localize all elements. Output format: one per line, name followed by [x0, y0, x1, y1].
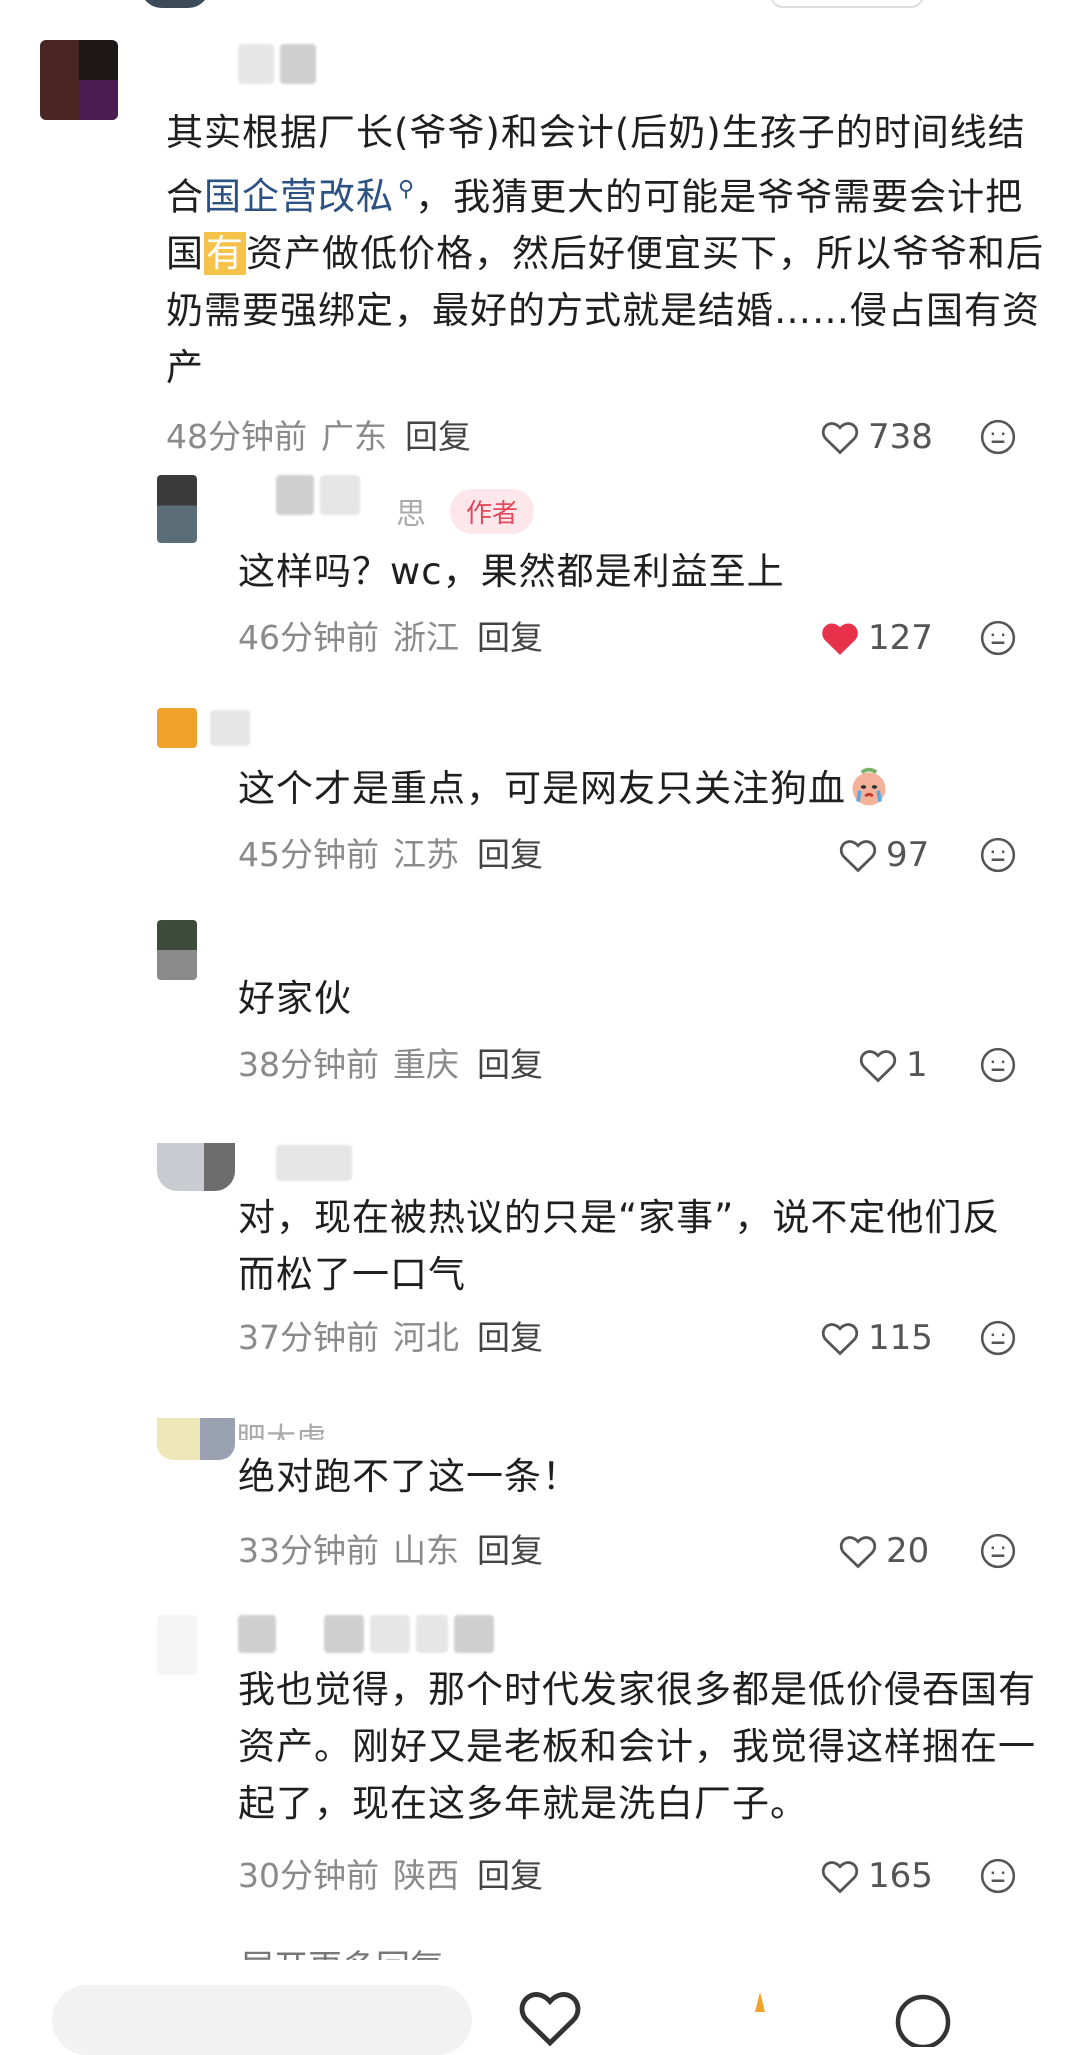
author-tag: 作者: [450, 489, 535, 534]
avatar[interactable]: [157, 1615, 197, 1675]
crying-emoji-icon: [852, 767, 886, 806]
like-count: 1: [906, 1045, 928, 1085]
like-count: 165: [868, 1856, 933, 1896]
like-count: 97: [886, 835, 930, 875]
emoji-face-icon[interactable]: [979, 836, 1017, 874]
heart-icon: [822, 623, 858, 655]
emoji-face-icon[interactable]: [979, 1046, 1017, 1084]
comment-meta: 46分钟前 浙江 回复: [238, 618, 543, 657]
like-button[interactable]: 738: [820, 414, 933, 460]
username-blurred[interactable]: [238, 1615, 500, 1655]
avatar[interactable]: [157, 1418, 235, 1460]
like-count: 115: [868, 1318, 933, 1358]
heart-icon: [859, 1050, 897, 1083]
heart-icon: [821, 1861, 859, 1894]
emoji-face-icon[interactable]: [979, 619, 1017, 657]
comment-meta: 38分钟前 重庆 回复: [238, 1045, 543, 1084]
like-button[interactable]: 127: [820, 615, 933, 661]
emoji-face-icon[interactable]: [979, 1532, 1017, 1570]
like-button[interactable]: 1: [858, 1042, 928, 1088]
username-blurred[interactable]: [210, 710, 256, 750]
like-count: 20: [886, 1531, 930, 1571]
like-button[interactable]: 165: [820, 1853, 933, 1899]
comment-text: 其实根据厂长(爷爷)和会计(后奶)生孩子的时间线结合国企营改私 ⚲，我猜更大的可能…: [166, 111, 1044, 390]
username-fragment: 思: [396, 497, 426, 532]
username-blurred[interactable]: [276, 475, 366, 515]
reply-button[interactable]: 回复: [477, 1531, 543, 1570]
like-count: 738: [868, 417, 933, 457]
comment-text: 这样吗？wc，果然都是利益至上: [238, 550, 785, 593]
comment-meta: 30分钟前 陕西 回复: [238, 1856, 543, 1895]
comment-text: 这个才是重点，可是网友只关注狗血: [238, 760, 1018, 817]
reply-button[interactable]: 回复: [477, 1856, 543, 1895]
avatar[interactable]: [157, 708, 197, 748]
reply-button[interactable]: 回复: [405, 417, 471, 456]
bottom-bar: [0, 1965, 1080, 2055]
highlight-char: 有: [204, 232, 246, 276]
comment-meta: 37分钟前 河北 回复: [238, 1318, 543, 1357]
heart-icon: [839, 840, 877, 873]
search-icon: ⚲: [398, 177, 416, 202]
heart-icon: [821, 422, 859, 455]
emoji-face-icon[interactable]: [979, 418, 1017, 456]
username-blurred[interactable]: [276, 1145, 358, 1185]
emoji-face-icon[interactable]: [979, 1319, 1017, 1357]
reply-button[interactable]: 回复: [477, 1318, 543, 1357]
reply-button[interactable]: 回复: [477, 618, 543, 657]
comment-text: 我也觉得，那个时代发家很多都是低价侵吞国有资产。刚好又是老板和会计，我觉得这样捆…: [238, 1668, 1036, 1825]
heart-icon: [821, 1323, 859, 1356]
comment-text: 好家伙: [238, 977, 352, 1020]
topic-link[interactable]: 国企营改私 ⚲: [204, 175, 415, 218]
reply-button[interactable]: 回复: [477, 835, 543, 874]
expand-more-replies[interactable]: 展开更多回复: [240, 1940, 444, 1960]
comment-meta: 45分钟前 江苏 回复: [238, 835, 543, 874]
comment-text: 绝对跑不了这一条！: [238, 1455, 580, 1498]
like-button[interactable]: 97: [838, 832, 929, 878]
like-button[interactable]: 20: [838, 1528, 929, 1574]
top-fragment: [0, 0, 1080, 14]
like-count: 127: [868, 618, 933, 658]
username-blurred[interactable]: [238, 44, 322, 84]
avatar[interactable]: [157, 920, 197, 980]
avatar[interactable]: [40, 40, 118, 120]
heart-icon: [839, 1536, 877, 1569]
avatar[interactable]: [157, 1143, 235, 1191]
thumb-icon[interactable]: [725, 1987, 795, 2047]
comment-icon[interactable]: [888, 1987, 958, 2047]
comment-meta: 48分钟前 广东 回复: [166, 417, 471, 456]
emoji-face-icon[interactable]: [979, 1857, 1017, 1895]
comment-input[interactable]: [52, 1985, 472, 2055]
comment-meta: 33分钟前 山东 回复: [238, 1531, 543, 1570]
comment-text: 对，现在被热议的只是“家事”，说不定他们反而松了一口气: [238, 1196, 1001, 1296]
like-button[interactable]: 115: [820, 1315, 933, 1361]
avatar[interactable]: [157, 475, 197, 543]
username-fragment: 肥大虎: [236, 1422, 326, 1440]
heart-icon[interactable]: [515, 1987, 585, 2047]
reply-button[interactable]: 回复: [477, 1045, 543, 1084]
